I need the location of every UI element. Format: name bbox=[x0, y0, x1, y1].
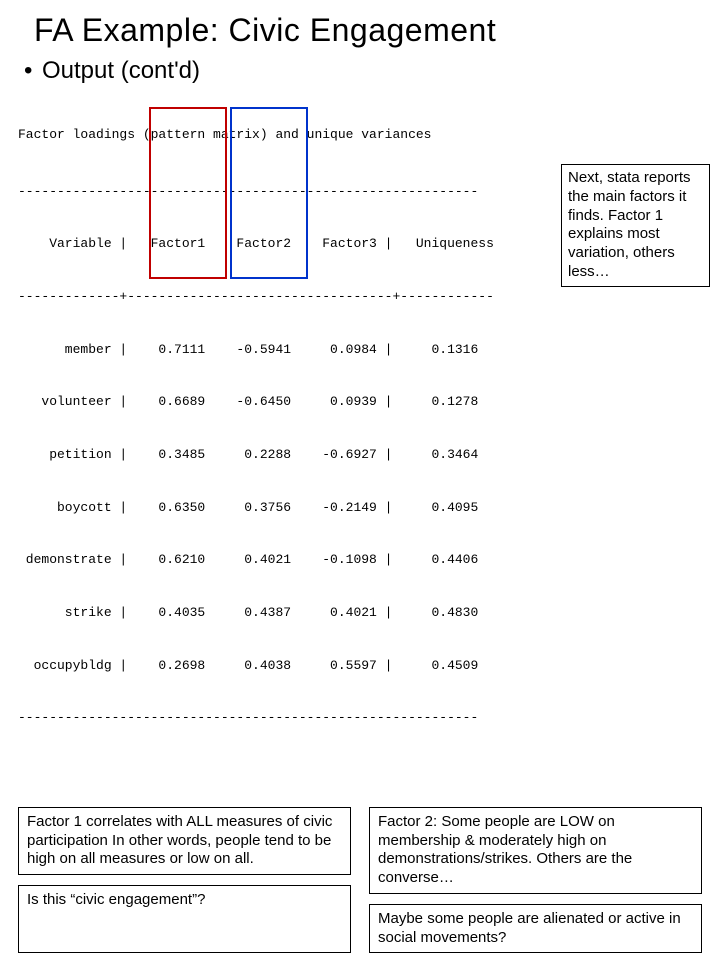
right-column: Factor 2: Some people are LOW on members… bbox=[369, 807, 702, 954]
table-rule-bottom: ----------------------------------------… bbox=[18, 709, 702, 727]
slide-title: FA Example: Civic Engagement bbox=[34, 12, 702, 49]
factor2-comment: Factor 2: Some people are LOW on members… bbox=[369, 807, 702, 894]
bullet-dot-icon: • bbox=[24, 57, 42, 85]
bullet-text: Output (cont'd) bbox=[42, 57, 200, 84]
factor1-question: Is this “civic engagement”? bbox=[18, 885, 351, 953]
table-row: petition | 0.3485 0.2288 -0.6927 | 0.346… bbox=[18, 446, 702, 464]
slide: FA Example: Civic Engagement •Output (co… bbox=[0, 0, 720, 961]
side-note: Next, stata reports the main factors it … bbox=[561, 164, 710, 287]
table-row: member | 0.7111 -0.5941 0.0984 | 0.1316 bbox=[18, 341, 702, 359]
bullet-line: •Output (cont'd) bbox=[24, 57, 702, 85]
table-row: boycott | 0.6350 0.3756 -0.2149 | 0.4095 bbox=[18, 499, 702, 517]
factor2-question: Maybe some people are alienated or activ… bbox=[369, 904, 702, 954]
table-sep: -------------+--------------------------… bbox=[18, 288, 702, 306]
factor1-comment: Factor 1 correlates with ALL measures of… bbox=[18, 807, 351, 875]
table-row: occupybldg | 0.2698 0.4038 0.5597 | 0.45… bbox=[18, 657, 702, 675]
bottom-row: Factor 1 correlates with ALL measures of… bbox=[18, 807, 702, 954]
left-column: Factor 1 correlates with ALL measures of… bbox=[18, 807, 351, 954]
table-row: volunteer | 0.6689 -0.6450 0.0939 | 0.12… bbox=[18, 393, 702, 411]
output-heading: Factor loadings (pattern matrix) and uni… bbox=[18, 126, 702, 144]
table-row: strike | 0.4035 0.4387 0.4021 | 0.4830 bbox=[18, 604, 702, 622]
table-row: demonstrate | 0.6210 0.4021 -0.1098 | 0.… bbox=[18, 551, 702, 569]
